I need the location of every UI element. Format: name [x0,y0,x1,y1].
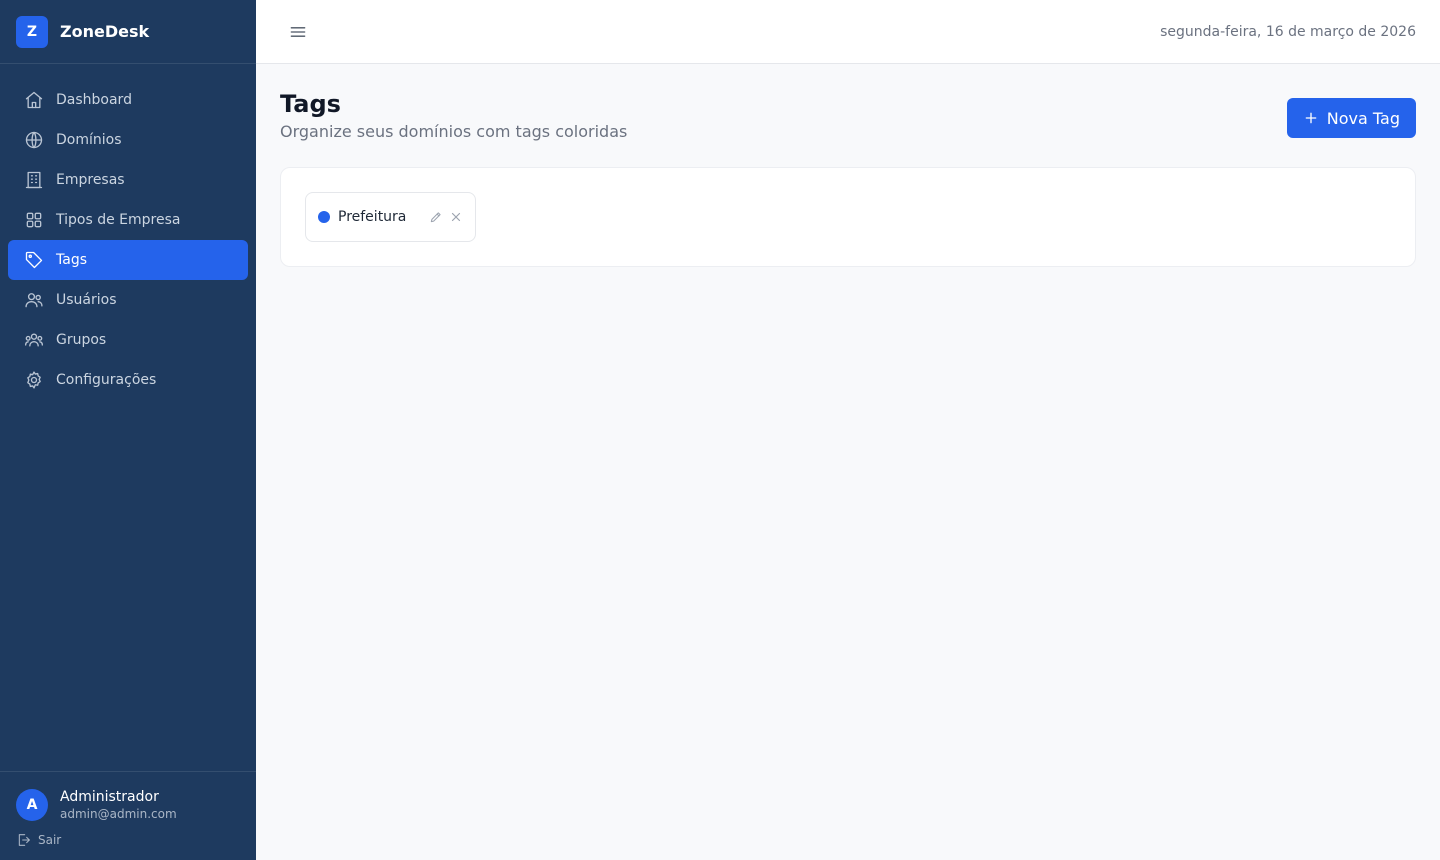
sidebar-item-label: Tipos de Empresa [56,212,181,228]
tag-color-dot [318,211,330,223]
brand[interactable]: Z ZoneDesk [0,0,256,64]
home-icon [24,90,44,110]
topbar: segunda-feira, 16 de março de 2026 [256,0,1440,64]
grid-icon [24,210,44,230]
sidebar-item-grupos[interactable]: Grupos [8,320,248,360]
tag-name: Prefeitura [338,209,407,225]
new-tag-button-label: Nova Tag [1326,108,1400,128]
page-content: Tags Organize seus domínios com tags col… [256,64,1440,291]
sidebar-item-tags[interactable]: Tags [8,240,248,280]
app-name: ZoneDesk [60,22,150,41]
gear-icon [24,370,44,390]
user-info: Administrador admin@admin.com [60,788,177,822]
new-tag-button[interactable]: Nova Tag [1286,98,1416,138]
plus-icon [1303,110,1319,126]
sidebar-nav: Dashboard Domínios Empresas Tipos de Emp… [0,64,256,771]
menu-toggle-button[interactable] [288,22,308,42]
tag-chip[interactable]: Prefeitura [305,192,476,242]
user-profile[interactable]: A Administrador admin@admin.com [16,788,240,822]
sidebar-item-label: Domínios [56,132,122,148]
page-header: Tags Organize seus domínios com tags col… [280,88,1416,141]
building-icon [24,170,44,190]
sidebar-item-configuracoes[interactable]: Configurações [8,360,248,400]
sidebar-item-label: Grupos [56,332,107,348]
page-subtitle: Organize seus domínios com tags colorida… [280,122,628,141]
logout-button[interactable]: Sair [16,832,61,848]
sidebar-item-empresas[interactable]: Empresas [8,160,248,200]
app-logo: Z [16,15,48,48]
hamburger-icon [290,26,306,37]
logout-label: Sair [38,833,62,847]
sidebar-item-label: Dashboard [56,92,132,108]
sidebar-item-usuarios[interactable]: Usuários [8,280,248,320]
sidebar-item-dominios[interactable]: Domínios [8,120,248,160]
group-icon [24,330,44,350]
sidebar-item-label: Tags [56,252,87,268]
sidebar-footer: A Administrador admin@admin.com Sair [0,771,256,860]
sidebar-item-tipos-de-empresa[interactable]: Tipos de Empresa [8,200,248,240]
avatar: A [16,789,48,821]
globe-icon [24,130,44,150]
logout-icon [16,832,32,848]
sidebar: Z ZoneDesk Dashboard Domínios Empresas T… [0,0,256,860]
user-name: Administrador [60,789,159,805]
edit-tag-button[interactable] [429,210,443,224]
users-icon [24,290,44,310]
pencil-icon [430,212,441,223]
current-date: segunda-feira, 16 de março de 2026 [1160,23,1416,40]
delete-tag-button[interactable] [449,210,463,224]
sidebar-item-dashboard[interactable]: Dashboard [8,80,248,120]
app-root: Z ZoneDesk Dashboard Domínios Empresas T… [0,0,1440,860]
sidebar-item-label: Empresas [56,172,125,188]
sidebar-item-label: Usuários [56,292,117,308]
tags-card: Prefeitura [280,167,1416,267]
tag-icon [24,250,44,270]
main-area: segunda-feira, 16 de março de 2026 Tags … [256,0,1440,860]
page-title: Tags [280,90,341,118]
sidebar-item-label: Configurações [56,372,157,388]
page-heading: Tags Organize seus domínios com tags col… [280,88,627,141]
user-email: admin@admin.com [60,807,177,821]
close-icon [451,212,461,222]
